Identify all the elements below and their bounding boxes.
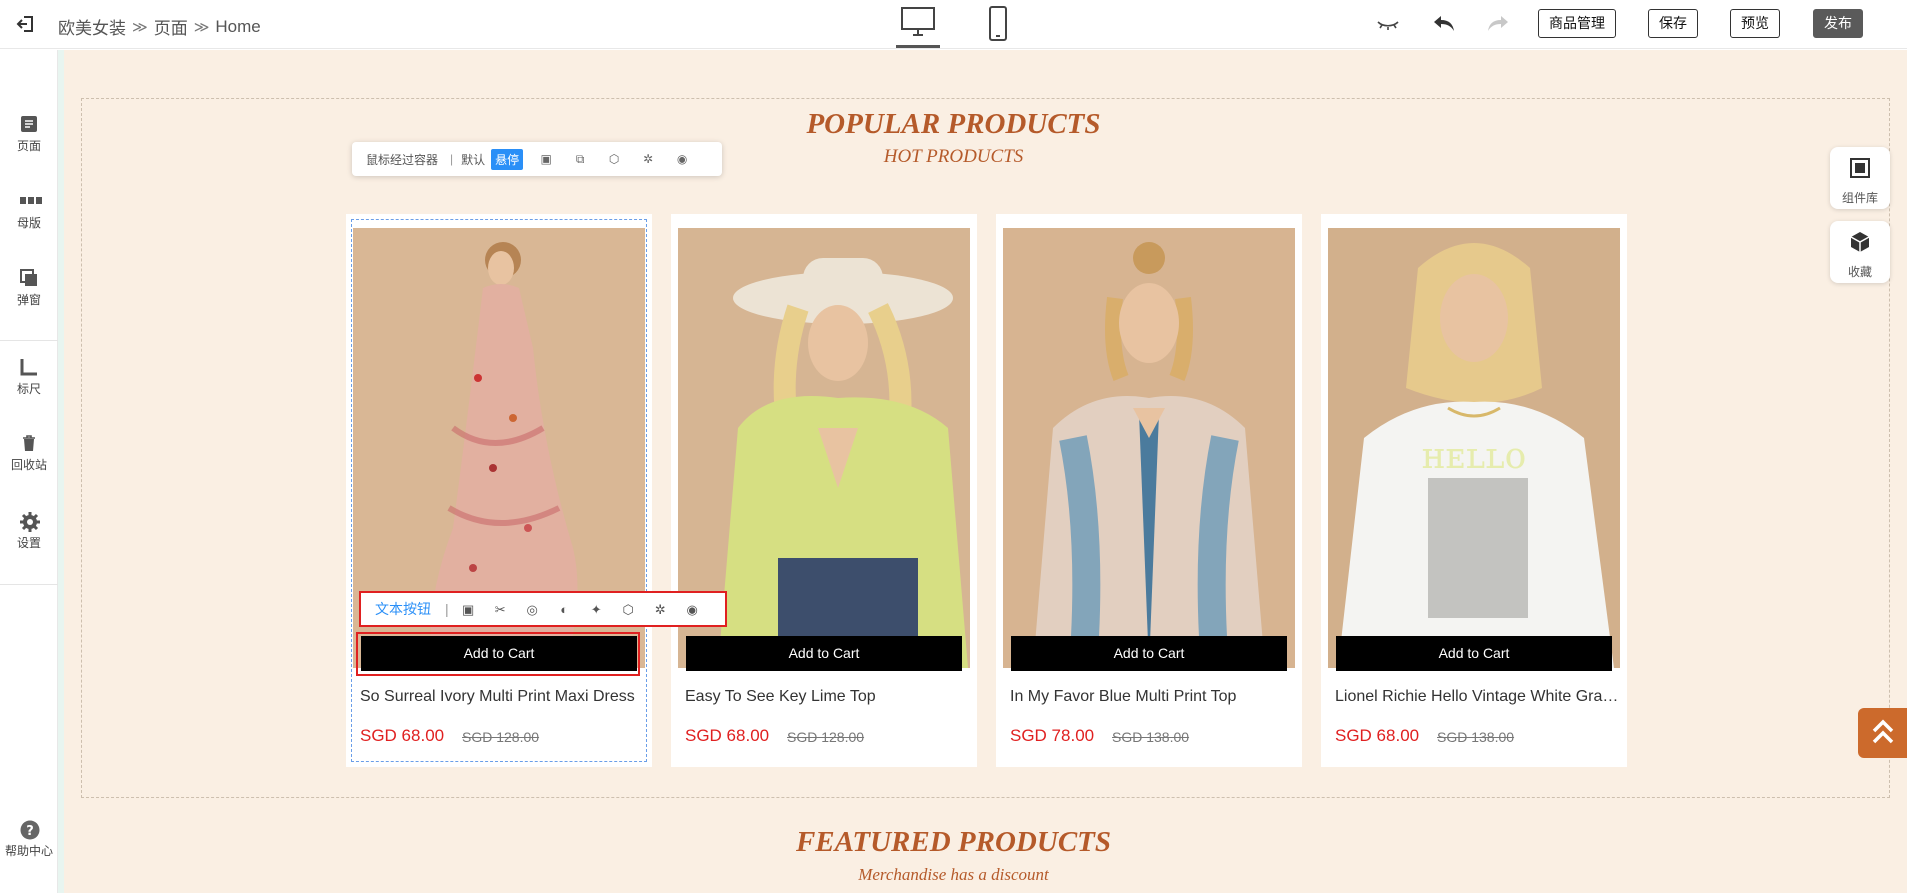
product-price: SGD 68.00: [1335, 726, 1420, 745]
sidebar-item-settings[interactable]: 设置: [0, 512, 58, 551]
hide-icon[interactable]: [1375, 12, 1401, 36]
svg-text:ʜᴇʟʟᴏ: ʜᴇʟʟᴏ: [1422, 436, 1527, 477]
breadcrumb-item-pages[interactable]: 页面: [154, 14, 188, 39]
hover-state-option[interactable]: 悬停: [491, 148, 524, 170]
element-type-label: 文本按钮: [375, 601, 431, 617]
sidebar-divider: [0, 584, 58, 585]
sidebar-divider: [0, 340, 58, 341]
desktop-view-button[interactable]: [896, 6, 940, 48]
cube-icon[interactable]: ⬡: [621, 602, 636, 617]
left-sidebar: 页面 母版 弹窗 标尺 回收站 设置 ? 帮助中心: [0, 50, 58, 893]
product-image[interactable]: [1003, 228, 1295, 668]
default-state-option[interactable]: 默认: [461, 151, 485, 168]
product-name[interactable]: In My Favor Blue Multi Print Top: [1010, 688, 1294, 706]
style-icon[interactable]: ▣: [461, 602, 476, 617]
container-hover-toolbar: 鼠标经过容器 | 默认 悬停 ▣ ⧉ ⬡ ✲ ◉: [352, 142, 722, 176]
cube-icon: [1830, 231, 1890, 258]
sidebar-item-label: 设置: [16, 536, 41, 550]
section-subtitle[interactable]: Merchandise has a discount: [0, 865, 1907, 885]
popup-icon: [20, 269, 38, 287]
redo-icon[interactable]: [1485, 12, 1511, 36]
product-original-price: SGD 128.00: [787, 729, 865, 745]
favorites-button[interactable]: 收藏: [1830, 221, 1890, 283]
product-card[interactable]: Add to Cart So Surreal Ivory Multi Print…: [346, 214, 652, 767]
component-library-button[interactable]: 组件库: [1830, 147, 1890, 209]
add-to-cart-button[interactable]: Add to Cart: [1336, 636, 1612, 671]
palette-icon[interactable]: ◐: [557, 602, 572, 617]
product-name[interactable]: So Surreal Ivory Multi Print Maxi Dress: [360, 688, 644, 706]
product-card[interactable]: Add to Cart In My Favor Blue Multi Print…: [996, 214, 1302, 767]
breadcrumb-item-home: Home: [215, 16, 261, 36]
desktop-icon: [901, 7, 935, 36]
selected-element-outline: [356, 632, 640, 676]
sidebar-item-popup[interactable]: 弹窗: [0, 269, 58, 308]
breadcrumb: 欧美女装 ≫ 页面 ≫ Home: [58, 14, 261, 39]
favorites-label: 收藏: [1847, 265, 1872, 279]
toolbar-divider: |: [450, 152, 454, 166]
mobile-view-button[interactable]: [976, 6, 1020, 48]
mobile-icon: [989, 6, 1007, 41]
badge-icon[interactable]: ✲: [653, 602, 668, 617]
sidebar-item-label: 母版: [16, 216, 41, 230]
product-name[interactable]: Lionel Richie Hello Vintage White Graphi…: [1335, 688, 1619, 706]
cube-icon[interactable]: ⬡: [607, 152, 621, 166]
ruler-icon: [20, 358, 38, 376]
breadcrumb-separator: ≫: [132, 18, 148, 36]
eye-icon[interactable]: ◉: [675, 152, 689, 166]
hover-mode-label: 鼠标经过容器: [366, 152, 439, 167]
product-original-price: SGD 128.00: [462, 729, 540, 745]
master-icon: [20, 192, 42, 210]
preview-button[interactable]: 预览: [1730, 9, 1780, 38]
save-button[interactable]: 保存: [1648, 9, 1698, 38]
exit-icon[interactable]: [16, 14, 36, 34]
double-chevron-up-icon: [1872, 719, 1893, 744]
sidebar-item-label: 弹窗: [16, 293, 41, 307]
product-price: SGD 68.00: [360, 726, 445, 745]
product-card[interactable]: ʜᴇʟʟᴏ Add to Cart Lionel Richie Hello Vi…: [1321, 214, 1627, 767]
section-title[interactable]: POPULAR PRODUCTS: [0, 108, 1907, 141]
badge-icon[interactable]: ✲: [641, 152, 655, 166]
layer-icon[interactable]: ⧉: [573, 152, 587, 166]
product-manage-button[interactable]: 商品管理: [1538, 9, 1616, 38]
component-library-icon: [1830, 157, 1890, 184]
link-icon[interactable]: ◎: [525, 602, 540, 617]
undo-icon[interactable]: [1431, 12, 1457, 36]
sidebar-item-label: 标尺: [16, 382, 41, 396]
add-to-cart-button[interactable]: Add to Cart: [686, 636, 962, 671]
sidebar-item-recycle-bin[interactable]: 回收站: [0, 434, 58, 473]
add-to-cart-button[interactable]: Add to Cart: [1011, 636, 1287, 671]
breadcrumb-item-category[interactable]: 欧美女装: [58, 14, 126, 39]
section-subtitle[interactable]: HOT PRODUCTS: [0, 146, 1907, 168]
eye-icon[interactable]: ◉: [685, 602, 700, 617]
product-price: SGD 68.00: [685, 726, 770, 745]
magic-wand-icon[interactable]: ✦: [589, 602, 604, 617]
section-title[interactable]: FEATURED PRODUCTS: [0, 826, 1907, 859]
toolbar-divider: |: [445, 601, 449, 617]
product-original-price: SGD 138.00: [1112, 729, 1190, 745]
text-button-toolbar: 文本按钮 | ▣ ✂ ◎ ◐ ✦ ⬡ ✲ ◉: [359, 591, 727, 627]
product-name[interactable]: Easy To See Key Lime Top: [685, 688, 969, 706]
product-card[interactable]: Add to Cart Easy To See Key Lime Top SGD…: [671, 214, 977, 767]
product-price: SGD 78.00: [1010, 726, 1095, 745]
gear-icon: [20, 512, 40, 532]
sidebar-item-master[interactable]: 母版: [0, 192, 58, 231]
breadcrumb-separator: ≫: [193, 18, 210, 36]
publish-button[interactable]: 发布: [1813, 9, 1863, 38]
style-icon[interactable]: ▣: [539, 152, 553, 166]
recycle-bin-icon: [20, 434, 38, 452]
unlink-icon[interactable]: ✂: [493, 602, 508, 617]
scroll-to-top-button[interactable]: [1858, 708, 1907, 758]
product-original-price: SGD 138.00: [1437, 729, 1515, 745]
top-bar: 欧美女装 ≫ 页面 ≫ Home 商品管理 保存 预览 发布: [0, 0, 1907, 49]
product-image[interactable]: ʜᴇʟʟᴏ: [1328, 228, 1620, 668]
component-library-label: 组件库: [1841, 191, 1878, 205]
sidebar-item-label: 回收站: [10, 458, 47, 472]
sidebar-item-ruler[interactable]: 标尺: [0, 358, 58, 397]
